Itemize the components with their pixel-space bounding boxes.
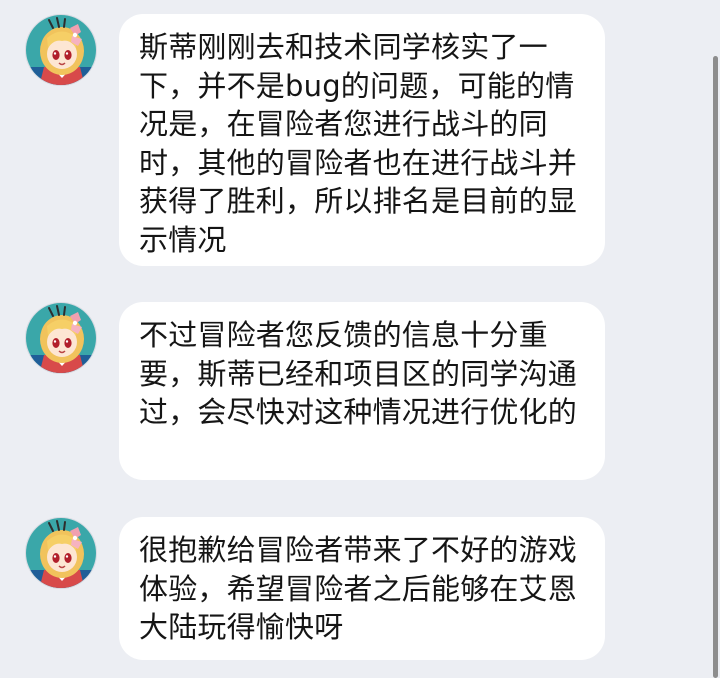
- message-bubble[interactable]: 不过冒险者您反馈的信息十分重要，斯蒂已经和项目区的同学沟通过，会尽快对这种情况进…: [119, 302, 605, 480]
- chat-scrollbar[interactable]: [711, 50, 720, 678]
- sender-avatar[interactable]: [25, 14, 97, 86]
- sender-avatar[interactable]: [25, 302, 97, 374]
- sender-avatar[interactable]: [25, 517, 97, 589]
- anime-girl-avatar-icon: [26, 303, 97, 374]
- anime-girl-avatar-icon: [26, 15, 97, 86]
- anime-girl-avatar-icon: [26, 518, 97, 589]
- message-bubble[interactable]: 斯蒂刚刚去和技术同学核实了一下，并不是bug的问题，可能的情况是，在冒险者您进行…: [119, 14, 605, 266]
- message-text: 斯蒂刚刚去和技术同学核实了一下，并不是bug的问题，可能的情况是，在冒险者您进行…: [139, 30, 578, 257]
- message-bubble[interactable]: 很抱歉给冒险者带来了不好的游戏体验，希望冒险者之后能够在艾恩大陆玩得愉快呀: [119, 517, 605, 660]
- message-text: 很抱歉给冒险者带来了不好的游戏体验，希望冒险者之后能够在艾恩大陆玩得愉快呀: [139, 533, 578, 644]
- message-text: 不过冒险者您反馈的信息十分重要，斯蒂已经和项目区的同学沟通过，会尽快对这种情况进…: [139, 318, 578, 429]
- scrollbar-thumb[interactable]: [713, 56, 718, 678]
